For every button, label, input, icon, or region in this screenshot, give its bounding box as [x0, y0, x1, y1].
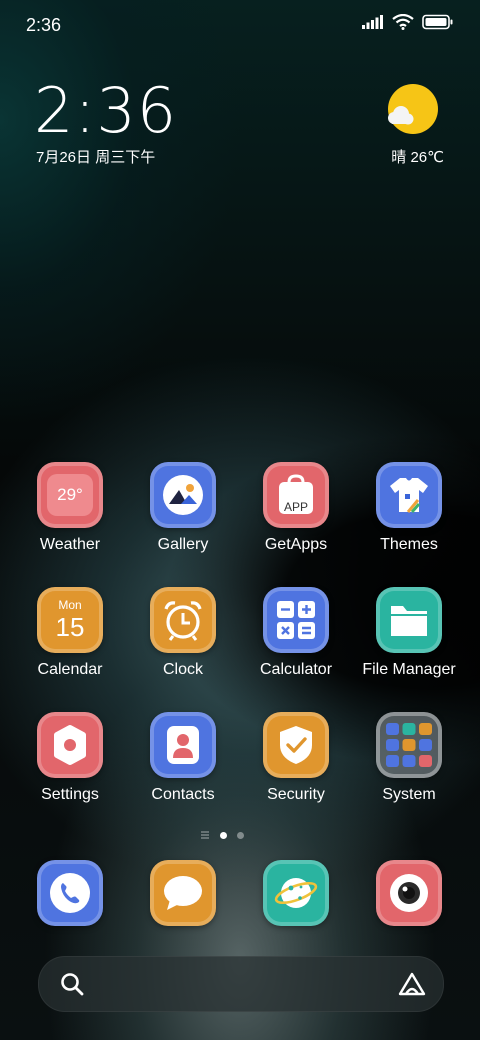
- signal-icon: [362, 15, 383, 29]
- page-indicator: [200, 828, 250, 842]
- weather-text: 晴 26℃: [391, 149, 444, 166]
- sun-cloud-icon: [388, 84, 438, 134]
- status-icons: [362, 14, 454, 30]
- app-file-manager[interactable]: File Manager: [353, 587, 465, 679]
- menu-lines-icon[interactable]: [200, 830, 210, 840]
- app-security[interactable]: Security: [240, 712, 352, 804]
- app-calculator[interactable]: Calculator: [240, 587, 352, 679]
- app-label-themes: Themes: [380, 536, 438, 553]
- status-time: 2:36: [26, 15, 62, 35]
- clock-icon: [150, 587, 216, 653]
- page-dot-active[interactable]: [220, 831, 227, 839]
- weather-widget[interactable]: 晴 26℃: [364, 84, 444, 174]
- assistant-icon[interactable]: [397, 971, 427, 997]
- calendar-icon: Mon 15: [37, 587, 103, 653]
- app-contacts[interactable]: Contacts: [127, 712, 239, 804]
- settings-icon: [37, 712, 103, 778]
- weather-icon-temp: 29°: [57, 485, 83, 504]
- app-weather[interactable]: 29° Weather: [14, 462, 126, 554]
- security-icon: [263, 712, 329, 778]
- app-label-getapps: GetApps: [264, 536, 328, 553]
- calendar-icon-date: 15: [55, 612, 85, 642]
- app-label-weather: Weather: [39, 536, 101, 553]
- app-label-security: Security: [267, 786, 325, 803]
- dock-browser[interactable]: [240, 860, 352, 926]
- getapps-icon-text: APP: [283, 500, 308, 514]
- getapps-icon: APP: [263, 462, 329, 528]
- app-themes[interactable]: Themes: [353, 462, 465, 554]
- app-clock[interactable]: Clock: [127, 587, 239, 679]
- app-label-calendar: Calendar: [37, 661, 103, 678]
- clock-widget-time[interactable]: 2:36: [34, 74, 177, 147]
- status-bar: 2:36: [0, 0, 480, 50]
- app-label-clock: Clock: [162, 661, 203, 678]
- themes-icon: [376, 462, 442, 528]
- search-bar[interactable]: [38, 956, 444, 1012]
- app-label-contacts: Contacts: [151, 786, 215, 803]
- phone-icon: [37, 860, 103, 926]
- gallery-icon: [150, 462, 216, 528]
- dock-camera[interactable]: [353, 860, 465, 926]
- app-gallery[interactable]: Gallery: [127, 462, 239, 554]
- dock-phone[interactable]: [14, 860, 126, 926]
- dock-messaging[interactable]: [127, 860, 239, 926]
- app-label-file-manager: File Manager: [362, 661, 456, 678]
- browser-icon: [263, 860, 329, 926]
- page-dot[interactable]: [237, 831, 244, 839]
- app-label-system: System: [382, 786, 436, 803]
- app-label-settings: Settings: [41, 786, 99, 803]
- calendar-icon-day: Mon: [58, 598, 82, 612]
- app-folder-system[interactable]: System: [353, 712, 465, 804]
- camera-icon: [376, 860, 442, 926]
- app-getapps[interactable]: APP GetApps: [240, 462, 352, 554]
- battery-icon: [422, 14, 453, 30]
- app-settings[interactable]: Settings: [14, 712, 126, 804]
- folder-icon: [376, 587, 442, 653]
- clock-widget-date: 7月26日 周三下午: [36, 149, 156, 166]
- app-label-calculator: Calculator: [259, 661, 333, 678]
- search-icon[interactable]: [59, 971, 85, 997]
- app-label-gallery: Gallery: [157, 536, 209, 553]
- folder-system-icon: [376, 712, 442, 778]
- weather-icon: 29°: [37, 462, 103, 528]
- calculator-icon: [263, 587, 329, 653]
- messaging-icon: [150, 860, 216, 926]
- app-calendar[interactable]: Mon 15 Calendar: [14, 587, 126, 679]
- wifi-icon: [392, 14, 414, 30]
- contacts-icon: [150, 712, 216, 778]
